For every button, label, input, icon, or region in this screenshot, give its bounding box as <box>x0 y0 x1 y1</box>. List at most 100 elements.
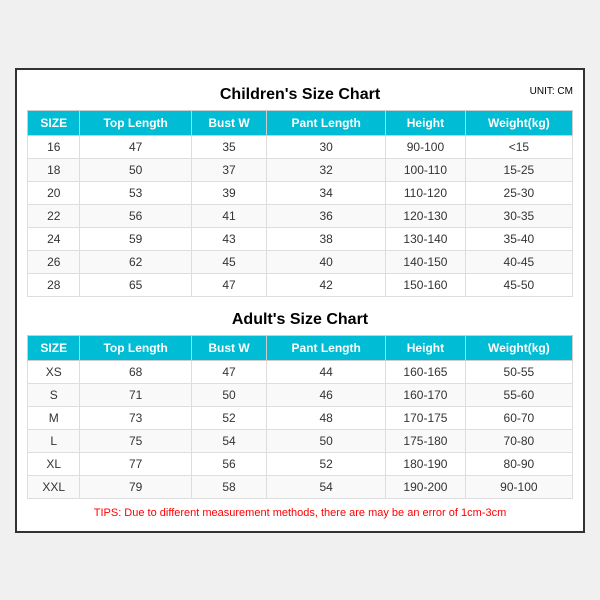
table-cell: 39 <box>191 181 266 204</box>
table-cell: 120-130 <box>386 204 466 227</box>
table-cell: 47 <box>191 360 266 383</box>
table-cell: 175-180 <box>386 429 466 452</box>
table-cell: 60-70 <box>465 406 572 429</box>
table-cell: 15-25 <box>465 158 572 181</box>
table-cell: 180-190 <box>386 452 466 475</box>
table-cell: 90-100 <box>386 135 466 158</box>
table-cell: 37 <box>191 158 266 181</box>
table-cell: 59 <box>80 227 191 250</box>
children-col-size: SIZE <box>28 110 80 135</box>
table-cell: 55-60 <box>465 383 572 406</box>
table-cell: 75 <box>80 429 191 452</box>
table-cell: 25-30 <box>465 181 572 204</box>
table-cell: 30-35 <box>465 204 572 227</box>
table-cell: 35-40 <box>465 227 572 250</box>
table-cell: 41 <box>191 204 266 227</box>
table-cell: 160-170 <box>386 383 466 406</box>
table-cell: 42 <box>267 273 386 296</box>
table-row: M735248170-17560-70 <box>28 406 573 429</box>
tips-text: TIPS: Due to different measurement metho… <box>27 505 573 521</box>
children-section-title: Children's Size Chart UNIT: CM <box>27 80 573 106</box>
table-cell: 54 <box>191 429 266 452</box>
table-cell: 52 <box>191 406 266 429</box>
table-row: 22564136120-13030-35 <box>28 204 573 227</box>
table-cell: XS <box>28 360 80 383</box>
table-cell: 70-80 <box>465 429 572 452</box>
unit-label: UNIT: CM <box>530 86 573 97</box>
table-row: XXL795854190-20090-100 <box>28 475 573 498</box>
table-row: 28654742150-16045-50 <box>28 273 573 296</box>
table-cell: XL <box>28 452 80 475</box>
table-cell: 190-200 <box>386 475 466 498</box>
adult-title-text: Adult's Size Chart <box>232 311 368 328</box>
table-cell: M <box>28 406 80 429</box>
table-cell: 50 <box>80 158 191 181</box>
table-cell: 46 <box>267 383 386 406</box>
table-cell: 80-90 <box>465 452 572 475</box>
table-cell: 53 <box>80 181 191 204</box>
table-cell: 34 <box>267 181 386 204</box>
children-col-height: Height <box>386 110 466 135</box>
table-cell: S <box>28 383 80 406</box>
table-cell: 50 <box>191 383 266 406</box>
table-cell: 90-100 <box>465 475 572 498</box>
table-cell: 45-50 <box>465 273 572 296</box>
table-cell: 22 <box>28 204 80 227</box>
table-cell: 40-45 <box>465 250 572 273</box>
table-cell: L <box>28 429 80 452</box>
children-col-weight: Weight(kg) <box>465 110 572 135</box>
table-cell: 48 <box>267 406 386 429</box>
table-row: XS684744160-16550-55 <box>28 360 573 383</box>
adult-col-top-length: Top Length <box>80 335 191 360</box>
table-cell: 45 <box>191 250 266 273</box>
table-cell: 20 <box>28 181 80 204</box>
table-cell: 43 <box>191 227 266 250</box>
table-cell: 28 <box>28 273 80 296</box>
children-col-pant-length: Pant Length <box>267 110 386 135</box>
children-title-text: Children's Size Chart <box>220 86 380 103</box>
table-row: XL775652180-19080-90 <box>28 452 573 475</box>
table-cell: 58 <box>191 475 266 498</box>
adult-col-bust-w: Bust W <box>191 335 266 360</box>
table-cell: 77 <box>80 452 191 475</box>
table-cell: 50-55 <box>465 360 572 383</box>
table-cell: 35 <box>191 135 266 158</box>
children-size-table: SIZE Top Length Bust W Pant Length Heigh… <box>27 110 573 297</box>
table-cell: 100-110 <box>386 158 466 181</box>
adult-section-title: Adult's Size Chart <box>27 305 573 331</box>
table-cell: 40 <box>267 250 386 273</box>
table-cell: 65 <box>80 273 191 296</box>
children-col-bust-w: Bust W <box>191 110 266 135</box>
table-cell: 36 <box>267 204 386 227</box>
table-cell: 38 <box>267 227 386 250</box>
table-cell: 73 <box>80 406 191 429</box>
table-cell: 30 <box>267 135 386 158</box>
size-chart-container: Children's Size Chart UNIT: CM SIZE Top … <box>15 68 585 533</box>
adult-col-height: Height <box>386 335 466 360</box>
table-cell: 52 <box>267 452 386 475</box>
table-cell: 47 <box>80 135 191 158</box>
table-cell: 170-175 <box>386 406 466 429</box>
table-cell: 56 <box>80 204 191 227</box>
table-cell: 150-160 <box>386 273 466 296</box>
table-row: S715046160-17055-60 <box>28 383 573 406</box>
table-cell: 44 <box>267 360 386 383</box>
table-cell: 140-150 <box>386 250 466 273</box>
table-cell: 18 <box>28 158 80 181</box>
table-cell: 16 <box>28 135 80 158</box>
table-row: 18503732100-11015-25 <box>28 158 573 181</box>
children-col-top-length: Top Length <box>80 110 191 135</box>
table-cell: XXL <box>28 475 80 498</box>
table-cell: 110-120 <box>386 181 466 204</box>
adult-size-table: SIZE Top Length Bust W Pant Length Heigh… <box>27 335 573 499</box>
table-row: 26624540140-15040-45 <box>28 250 573 273</box>
table-cell: 26 <box>28 250 80 273</box>
table-cell: 50 <box>267 429 386 452</box>
table-row: 24594338130-14035-40 <box>28 227 573 250</box>
table-row: 20533934110-12025-30 <box>28 181 573 204</box>
table-cell: 62 <box>80 250 191 273</box>
table-cell: 24 <box>28 227 80 250</box>
table-cell: 32 <box>267 158 386 181</box>
table-cell: <15 <box>465 135 572 158</box>
table-cell: 79 <box>80 475 191 498</box>
